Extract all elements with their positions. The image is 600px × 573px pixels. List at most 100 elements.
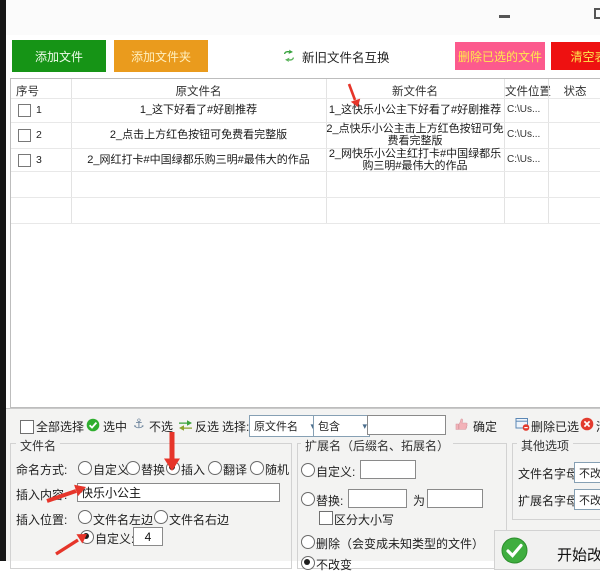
swap-arrows-icon	[281, 49, 297, 63]
filename-letter-label: 文件名字母:	[518, 465, 581, 482]
add-folder-button[interactable]: 添加文件夹	[114, 40, 208, 72]
delete-selected-files-button[interactable]: 删除已选的文件	[455, 42, 545, 70]
ext-keep-label[interactable]: 不改变	[316, 556, 352, 573]
naming-custom-radio[interactable]	[78, 461, 92, 475]
clear-table-button[interactable]: 清空表	[551, 42, 600, 70]
row-checkbox[interactable]	[18, 154, 31, 167]
clear-list-label[interactable]: 清空	[596, 418, 600, 435]
col-header-status[interactable]: 状态	[549, 83, 600, 99]
swap-names-label: 新旧文件名互换	[302, 47, 390, 66]
field-dropdown-value: 原文件名	[254, 418, 298, 434]
select-all-checkbox[interactable]	[20, 420, 34, 434]
new-filename: 2_点快乐小公主击上方红色按钮可免费看完整版	[326, 123, 504, 147]
ext-delete-label[interactable]: 删除（会变成未知类型的文件）	[316, 535, 484, 552]
col-header-index[interactable]: 序号	[16, 83, 39, 99]
invert-selection-icon	[178, 419, 193, 431]
field-dropdown[interactable]: 原文件名▾	[249, 415, 318, 437]
ext-replace-label[interactable]: 替换:	[316, 492, 343, 509]
file-location: C:\Us...	[507, 129, 549, 141]
table-row[interactable]: 1 1_这下好看了#好剧推荐 1_这快乐小公主下好看了#好剧推荐 C:\Us..…	[11, 98, 600, 122]
minimize-icon[interactable]	[499, 15, 510, 18]
naming-translate-radio[interactable]	[208, 461, 222, 475]
new-filename: 1_这快乐小公主下好看了#好剧推荐	[326, 104, 504, 116]
file-location: C:\Us...	[507, 154, 549, 166]
naming-random-label[interactable]: 随机	[265, 461, 289, 478]
ext-custom-label[interactable]: 自定义:	[316, 463, 355, 480]
row-index: 3	[36, 154, 42, 166]
table-row[interactable]: 2 2_点击上方红色按钮可免费看完整版 2_点快乐小公主击上方红色按钮可免费看完…	[11, 122, 600, 148]
swap-names-button[interactable]: 新旧文件名互换	[281, 46, 390, 66]
thumb-icon	[455, 417, 469, 431]
match-mode-dropdown[interactable]: 包含▾	[313, 415, 370, 437]
naming-replace-radio[interactable]	[126, 461, 140, 475]
ext-letter-dropdown[interactable]: 不改变	[574, 489, 600, 510]
naming-custom-label[interactable]: 自定义	[93, 461, 129, 478]
delete-checked-button[interactable]: 删除已选	[531, 418, 579, 435]
ext-replace-to-input[interactable]	[427, 489, 483, 508]
ext-replace-from-input[interactable]	[348, 489, 407, 508]
invert-button[interactable]: 反选	[195, 418, 219, 435]
unpick-button[interactable]: 不选	[149, 418, 173, 435]
position-right-label[interactable]: 文件名右边	[169, 511, 229, 528]
row-checkbox[interactable]	[18, 104, 31, 117]
anchor-icon: ⚓	[133, 416, 145, 432]
insert-content-input[interactable]	[77, 483, 280, 502]
ext-letter-label: 扩展名字母:	[518, 492, 581, 509]
check-circle-icon	[86, 418, 100, 432]
start-check-icon	[501, 537, 528, 564]
grid-line	[11, 223, 600, 224]
row-index: 1	[36, 104, 42, 116]
match-mode-value: 包含	[318, 418, 340, 434]
position-custom-radio[interactable]	[80, 530, 94, 544]
naming-insert-radio[interactable]	[166, 461, 180, 475]
ext-custom-input[interactable]	[360, 460, 416, 479]
delete-rows-icon	[515, 417, 530, 431]
original-filename: 2_点击上方红色按钮可免费看完整版	[71, 129, 326, 141]
naming-mode-label: 命名方式:	[16, 461, 67, 478]
ext-replace-radio[interactable]	[301, 492, 315, 506]
original-filename: 1_这下好看了#好剧推荐	[71, 104, 326, 116]
case-sensitive-label[interactable]: 区分大小写	[334, 511, 394, 528]
naming-insert-label[interactable]: 插入	[181, 461, 205, 478]
col-header-newname[interactable]: 新文件名	[326, 83, 504, 99]
position-custom-label[interactable]: 自定义:	[95, 530, 134, 547]
case-sensitive-checkbox[interactable]	[319, 511, 333, 525]
ext-replace-to-label: 为	[413, 492, 425, 509]
maximize-icon[interactable]	[594, 8, 600, 19]
position-left-label[interactable]: 文件名左边	[93, 511, 153, 528]
file-location: C:\Us...	[507, 104, 549, 116]
position-index-input[interactable]	[133, 527, 163, 546]
original-filename: 2_网红打卡#中国绿都乐购三明#最伟大的作品	[71, 154, 326, 166]
ext-delete-radio[interactable]	[301, 535, 315, 549]
insert-content-label: 插入内容:	[16, 486, 67, 503]
col-header-original[interactable]: 原文件名	[71, 83, 326, 99]
table-row[interactable]: 3 2_网红打卡#中国绿都乐购三明#最伟大的作品 2_网快乐小公主红打卡#中国绿…	[11, 148, 600, 171]
naming-replace-label[interactable]: 替换	[141, 461, 165, 478]
naming-random-radio[interactable]	[250, 461, 264, 475]
other-options-title: 其他选项	[517, 437, 573, 454]
insert-position-label: 插入位置:	[16, 511, 67, 528]
select-all-label[interactable]: 全部选择	[36, 418, 84, 435]
pick-button[interactable]: 选中	[103, 418, 127, 435]
keyword-input[interactable]	[367, 415, 446, 435]
position-left-radio[interactable]	[78, 510, 92, 524]
clear-list-icon[interactable]	[580, 417, 594, 431]
confirm-button[interactable]: 确定	[473, 418, 497, 435]
ext-letter-value: 不改变	[579, 492, 600, 508]
row-checkbox[interactable]	[18, 129, 31, 142]
filename-letter-dropdown[interactable]: 不改变	[574, 462, 600, 483]
extension-group-title: 扩展名（后缀名、拓展名）	[301, 437, 453, 454]
add-file-button[interactable]: 添加文件	[12, 40, 106, 72]
row-index: 2	[36, 129, 42, 141]
new-filename: 2_网快乐小公主红打卡#中国绿都乐购三明#最伟大的作品	[326, 148, 504, 172]
select-filter-label: 选择:	[222, 418, 249, 435]
filename-letter-value: 不改变	[579, 465, 600, 481]
ext-custom-radio[interactable]	[301, 463, 315, 477]
naming-translate-label[interactable]: 翻译	[223, 461, 247, 478]
start-rename-label: 开始改名	[557, 544, 600, 565]
start-rename-button[interactable]: 开始改名	[494, 530, 600, 570]
position-right-radio[interactable]	[154, 510, 168, 524]
title-bar	[6, 0, 600, 35]
ext-keep-radio[interactable]	[301, 556, 315, 570]
col-header-location[interactable]: 文件位置	[505, 83, 549, 99]
